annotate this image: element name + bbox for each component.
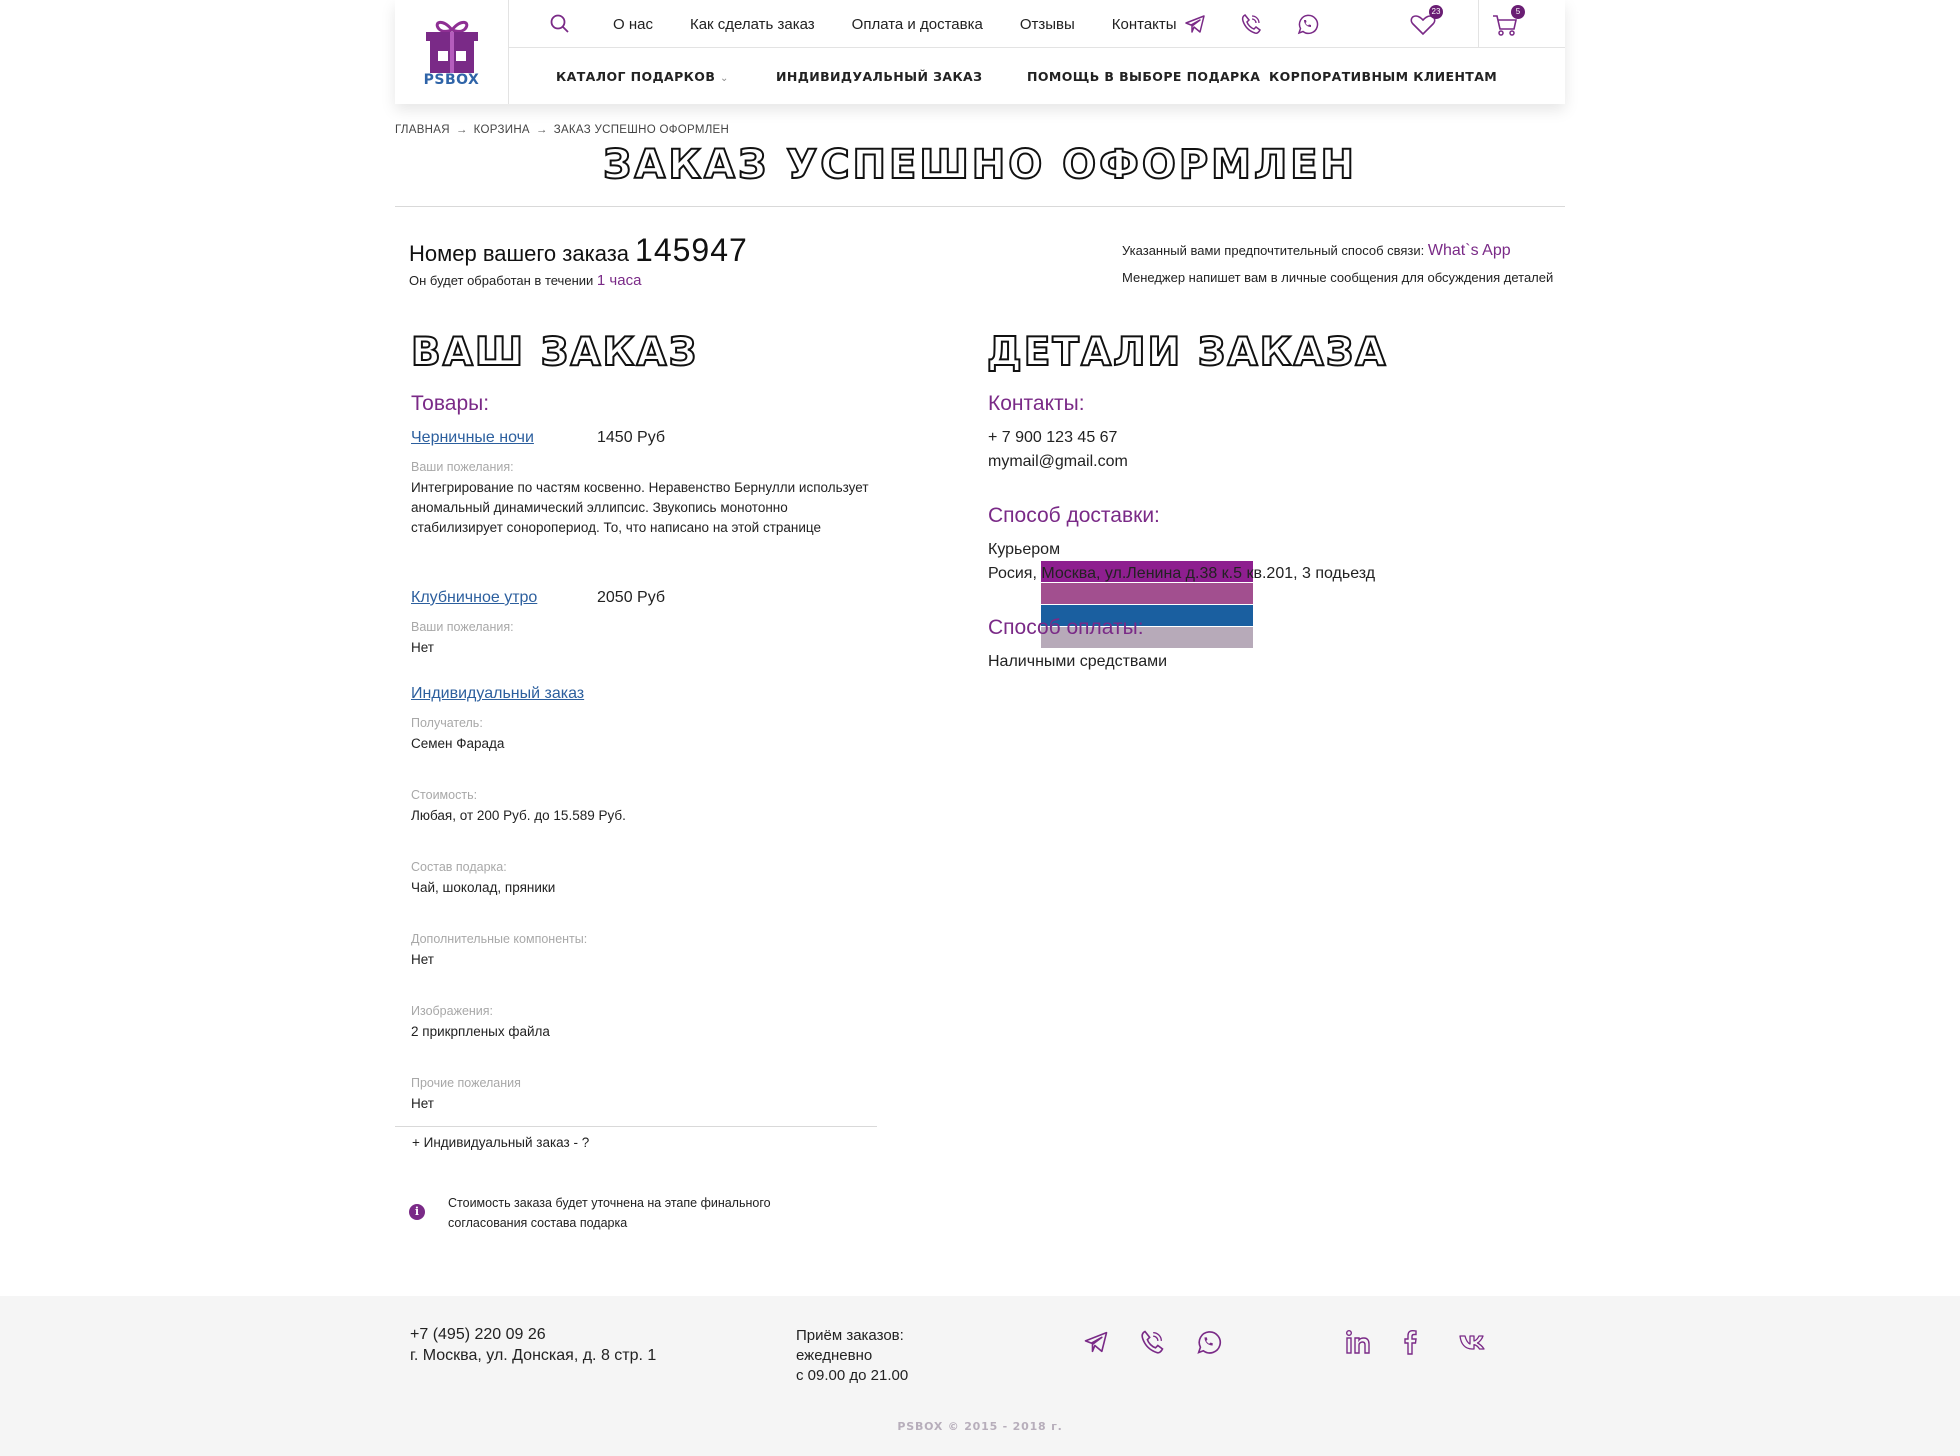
extra-components-value: Нет [411, 952, 434, 967]
telegram-icon[interactable] [1183, 12, 1207, 36]
other-wishes-label: Прочие пожелания [411, 1076, 521, 1090]
gift-composition-label: Состав подарка: [411, 860, 507, 874]
contact-phone: + 7 900 123 45 67 [988, 429, 1118, 446]
gift-box-logo-icon [425, 20, 478, 73]
extra-line: + Индивидуальный заказ - ? [412, 1135, 590, 1150]
nav-catalog[interactable]: КАТАЛОГ ПОДАРКОВ ⌄ [556, 69, 729, 84]
nav-link-contacts[interactable]: Контакты [1112, 16, 1177, 33]
messenger-links [1183, 12, 1351, 36]
chevron-down-icon: ⌄ [720, 73, 729, 84]
cost-label: Стоимость: [411, 788, 478, 802]
delivery-label: Способ доставки: [988, 504, 1160, 527]
arrow-right-icon: → [535, 124, 548, 136]
product-link-1[interactable]: Черничные ночи [411, 429, 534, 447]
processing-time: 1 часа [596, 272, 642, 289]
gift-composition-value: Чай, шоколад, пряники [411, 880, 556, 895]
nav-catalog-label: КАТАЛОГ ПОДАРКОВ [556, 69, 716, 84]
arrow-right-icon: → [455, 124, 468, 136]
breadcrumb-cart[interactable]: КОРЗИНА [474, 124, 530, 136]
order-divider [395, 1126, 877, 1127]
footer-hours-title: Приём заказов: [796, 1327, 904, 1344]
product-price-1: 1450 Руб [597, 429, 666, 446]
wishes-text-2: Нет [411, 640, 434, 655]
nav-link-payment-delivery[interactable]: Оплата и доставка [852, 16, 983, 33]
contact-pref-value: What`s App [1427, 242, 1511, 259]
other-wishes-value: Нет [411, 1096, 434, 1111]
footer-hours: Приём заказов: ежедневно с 09.00 до 21.0… [796, 1326, 908, 1386]
order-number-label: Номер вашего заказа [409, 241, 630, 266]
cart-button[interactable]: 5 [1491, 5, 1525, 38]
whatsapp-icon[interactable] [1295, 12, 1319, 36]
breadcrumb-home[interactable]: ГЛАВНАЯ [395, 124, 450, 136]
site-header: PSBOX О нас Как сделать заказ Оплата и д… [395, 0, 1565, 104]
footer-hours-days: ежедневно [796, 1347, 873, 1364]
recipient-label: Получатель: [411, 716, 483, 730]
your-order-heading: ВАШ ЗАКАЗ [410, 329, 699, 376]
info-icon: i [409, 1204, 425, 1220]
images-value: 2 прикрпленых файла [411, 1024, 550, 1039]
cost-value: Любая, от 200 Руб. до 15.589 Руб. [411, 808, 626, 823]
telegram-icon[interactable] [1082, 1328, 1110, 1356]
whatsapp-icon[interactable] [1194, 1328, 1222, 1356]
breadcrumb-current: ЗАКАЗ УСПЕШНО ОФОРМЛЕН [553, 124, 730, 136]
extra-components-label: Дополнительные компоненты: [411, 932, 588, 946]
nav-link-about[interactable]: О нас [613, 16, 653, 33]
delivery-address: Росия, Москва, ул.Ленина д.38 к.5 кв.201… [988, 565, 1376, 582]
wishes-text-1: Интегрирование по частям косвенно. Нерав… [411, 480, 869, 535]
viber-icon[interactable] [1239, 12, 1263, 36]
title-divider [395, 206, 1565, 207]
logo[interactable]: PSBOX [395, 0, 509, 104]
favorites-button[interactable]: 23 [1409, 5, 1443, 38]
goods-label: Товары: [411, 392, 490, 415]
payment-label: Способ оплаты: [988, 616, 1144, 639]
nav-link-how-to-order[interactable]: Как сделать заказ [690, 16, 815, 33]
copyright: PSBOX © 2015 - 2018 г. [897, 1420, 1063, 1433]
product-price-2: 2050 Руб [597, 589, 666, 606]
top-nav: О нас Как сделать заказ Оплата и доставк… [613, 0, 1214, 48]
header-separator [1478, 0, 1479, 48]
order-number: 145947 [635, 232, 748, 268]
main-nav: КАТАЛОГ ПОДАРКОВ ⌄ ИНДИВИДУАЛЬНЫЙ ЗАКАЗ … [509, 49, 1565, 104]
contact-email: mymail@gmail.com [988, 453, 1128, 470]
order-processing-time: Он будет обработан в течении 1 часа [409, 272, 641, 289]
nav-corporate[interactable]: КОРПОРАТИВНЫМ КЛИЕНТАМ [1269, 69, 1497, 84]
vk-icon[interactable] [1458, 1328, 1486, 1356]
linkedin-icon[interactable] [1344, 1328, 1372, 1356]
custom-order-link[interactable]: Индивидуальный заказ [411, 685, 584, 703]
logo-text: PSBOX [423, 72, 480, 88]
contacts-label: Контакты: [988, 392, 1085, 415]
search-icon[interactable] [549, 13, 571, 35]
page-title: ЗАКАЗ УСПЕШНО ОФОРМЛЕН [602, 141, 1357, 189]
footer-address: г. Москва, ул. Донская, д. 8 стр. 1 [410, 1347, 657, 1364]
nav-custom-order[interactable]: ИНДИВИДУАЛЬНЫЙ ЗАКАЗ [776, 69, 982, 84]
contact-preference: Указанный вами предпочтительный способ с… [1122, 242, 1511, 260]
header-top-row: О нас Как сделать заказ Оплата и доставк… [509, 0, 1565, 48]
nav-link-reviews[interactable]: Отзывы [1020, 16, 1075, 33]
payment-method: Наличными средствами [988, 653, 1168, 670]
footer-phone[interactable]: +7 (495) 220 09 26 [410, 1326, 546, 1344]
favorites-count-badge: 23 [1429, 5, 1443, 19]
footer-hours-time: с 09.00 до 21.00 [796, 1367, 909, 1384]
facebook-icon[interactable] [1396, 1328, 1424, 1356]
images-label: Изображения: [411, 1004, 494, 1018]
product-link-2[interactable]: Клубничное утро [411, 589, 537, 607]
site-footer: +7 (495) 220 09 26 г. Москва, ул. Донска… [0, 1296, 1960, 1456]
cart-count-badge: 5 [1511, 5, 1525, 19]
processing-prefix: Он будет обработан в течении [409, 273, 594, 288]
info-note: Стоимость заказа будет уточнена на этапе… [448, 1196, 771, 1230]
manager-note: Менеджер напишет вам в личные сообщения … [1122, 270, 1554, 285]
order-details-heading: ДЕТАЛИ ЗАКАЗА [986, 329, 1388, 376]
order-number-line: Номер вашего заказа 145947 [409, 232, 748, 269]
nav-gift-help[interactable]: ПОМОЩЬ В ВЫБОРЕ ПОДАРКА [1027, 69, 1260, 84]
delivery-method: Курьером [988, 541, 1061, 558]
recipient-value: Семен Фарада [411, 736, 505, 751]
contact-pref-label: Указанный вами предпочтительный способ с… [1122, 243, 1425, 258]
palette-swatch-2 [1041, 583, 1253, 604]
wishes-label-2: Ваши пожелания: [411, 620, 514, 634]
wishes-label-1: Ваши пожелания: [411, 460, 514, 474]
viber-icon[interactable] [1138, 1328, 1166, 1356]
breadcrumb: ГЛАВНАЯ → КОРЗИНА → ЗАКАЗ УСПЕШНО ОФОРМЛЕН [395, 124, 729, 136]
